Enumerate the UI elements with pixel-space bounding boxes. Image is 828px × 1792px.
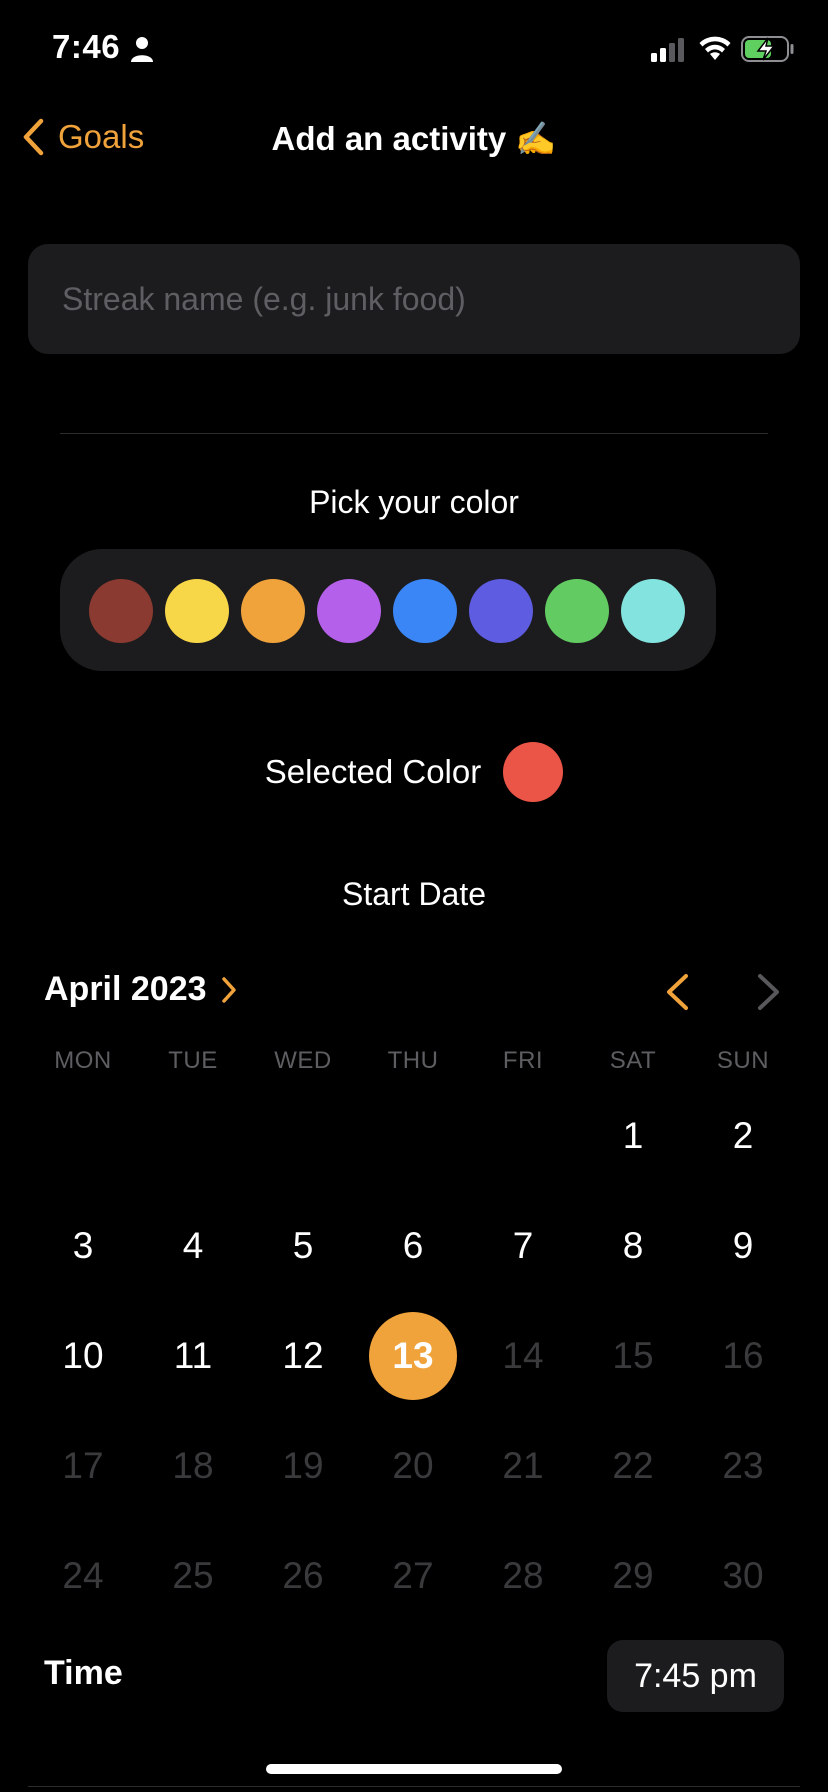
calendar-day[interactable]: 6 — [358, 1201, 468, 1291]
calendar-day: 14 — [468, 1311, 578, 1401]
calendar-day-number: 14 — [502, 1335, 544, 1376]
calendar-day-number: 17 — [62, 1445, 104, 1486]
calendar-day: 19 — [248, 1421, 358, 1511]
calendar-day-number: 20 — [392, 1445, 434, 1486]
start-date-title: Start Date — [341, 876, 487, 912]
color-palette — [60, 549, 716, 671]
calendar-day-number: 16 — [722, 1335, 764, 1376]
calendar-day: 17 — [28, 1421, 138, 1511]
cellular-signal-icon — [651, 38, 684, 62]
calendar-day-number: 5 — [292, 1225, 314, 1266]
streak-name-input[interactable] — [28, 244, 800, 354]
color-swatch[interactable] — [317, 579, 381, 643]
month-label: April 2023 — [44, 970, 207, 1008]
calendar-day-number: 10 — [62, 1335, 104, 1376]
calendar-day[interactable]: 10 — [28, 1311, 138, 1401]
calendar-day-number: 3 — [72, 1225, 94, 1266]
calendar-day[interactable]: 7 — [468, 1201, 578, 1291]
calendar-day: 16 — [688, 1311, 798, 1401]
selected-color-row: Selected Color — [0, 742, 828, 802]
color-swatch[interactable] — [545, 579, 609, 643]
selected-color-label: Selected Color — [264, 753, 482, 790]
previous-month-button[interactable] — [664, 972, 690, 1012]
calendar-day-number: 30 — [722, 1555, 764, 1596]
time-label: Time — [44, 1654, 123, 1692]
color-swatch[interactable] — [89, 579, 153, 643]
calendar-day: 25 — [138, 1531, 248, 1621]
calendar-day[interactable]: 9 — [688, 1201, 798, 1291]
weekday-label: THU — [387, 1047, 439, 1074]
weekday-label: MON — [54, 1047, 112, 1074]
calendar-day-number: 22 — [612, 1445, 654, 1486]
calendar-day: 22 — [578, 1421, 688, 1511]
color-swatch[interactable] — [469, 579, 533, 643]
calendar-day: 18 — [138, 1421, 248, 1511]
color-swatch[interactable] — [165, 579, 229, 643]
calendar-day[interactable]: 3 — [28, 1201, 138, 1291]
calendar-day-number: 23 — [722, 1445, 764, 1486]
calendar-day: 21 — [468, 1421, 578, 1511]
calendar-day-number: 18 — [172, 1445, 214, 1486]
divider — [28, 1786, 800, 1787]
calendar-day-number: 1 — [622, 1115, 644, 1156]
page-title: Add an activity ✍️ — [271, 120, 557, 157]
divider — [60, 433, 768, 434]
calendar-day: 27 — [358, 1531, 468, 1621]
calendar-day-number: 11 — [173, 1335, 213, 1376]
calendar-day[interactable]: 11 — [138, 1311, 248, 1401]
calendar-day[interactable]: 4 — [138, 1201, 248, 1291]
calendar-day-number: 19 — [282, 1445, 324, 1486]
calendar-day-number: 8 — [622, 1225, 644, 1266]
calendar-day: 20 — [358, 1421, 468, 1511]
next-month-button[interactable] — [756, 972, 782, 1012]
calendar-day: 24 — [28, 1531, 138, 1621]
weekday-label: TUE — [168, 1047, 218, 1074]
calendar-day[interactable]: 8 — [578, 1201, 688, 1291]
calendar-day-number: 9 — [732, 1225, 754, 1266]
calendar-day-number: 2 — [732, 1115, 754, 1156]
status-time: 7:46 — [52, 28, 121, 65]
calendar-day-number: 21 — [502, 1445, 544, 1486]
home-indicator — [266, 1764, 562, 1774]
selected-color-indicator — [503, 742, 564, 802]
pick-color-title: Pick your color — [309, 484, 519, 520]
weekday-label: SAT — [609, 1047, 657, 1074]
calendar-day: 30 — [688, 1531, 798, 1621]
calendar-day[interactable]: 5 — [248, 1201, 358, 1291]
calendar-day[interactable]: 1 — [578, 1091, 688, 1181]
time-picker-button[interactable]: 7:45 pm — [607, 1640, 784, 1712]
month-year-picker[interactable]: April 2023 — [44, 970, 237, 1009]
calendar-day-number: 27 — [392, 1555, 434, 1596]
calendar-day-number: 29 — [612, 1555, 654, 1596]
calendar-day-number: 7 — [512, 1225, 534, 1266]
calendar-day-number: 28 — [502, 1555, 544, 1596]
weekday-label: FRI — [502, 1047, 544, 1074]
wifi-icon — [699, 36, 731, 60]
calendar-day-number: 4 — [182, 1225, 204, 1266]
weekday-label: WED — [274, 1047, 332, 1074]
calendar-day-number: 26 — [282, 1555, 324, 1596]
calendar-day[interactable]: 12 — [248, 1311, 358, 1401]
calendar-day[interactable]: 2 — [688, 1091, 798, 1181]
color-swatch[interactable] — [621, 579, 685, 643]
person-icon — [131, 37, 153, 62]
calendar-day-number: 12 — [282, 1335, 324, 1376]
color-swatch[interactable] — [241, 579, 305, 643]
chevron-right-icon — [221, 976, 236, 1003]
battery-charging-icon — [741, 36, 794, 62]
calendar-day: 23 — [688, 1421, 798, 1511]
calendar-day-number: 13 — [392, 1335, 434, 1376]
calendar-day-number: 24 — [62, 1555, 104, 1596]
color-swatch[interactable] — [393, 579, 457, 643]
weekday-label: SUN — [716, 1047, 770, 1074]
calendar-day: 29 — [578, 1531, 688, 1621]
calendar-day: 28 — [468, 1531, 578, 1621]
calendar-day-selected[interactable]: 13 — [358, 1311, 468, 1401]
calendar-day-number: 15 — [612, 1335, 654, 1376]
calendar-day-number: 6 — [402, 1225, 424, 1266]
calendar-day: 26 — [248, 1531, 358, 1621]
calendar-day-number: 25 — [172, 1555, 214, 1596]
calendar-day: 15 — [578, 1311, 688, 1401]
